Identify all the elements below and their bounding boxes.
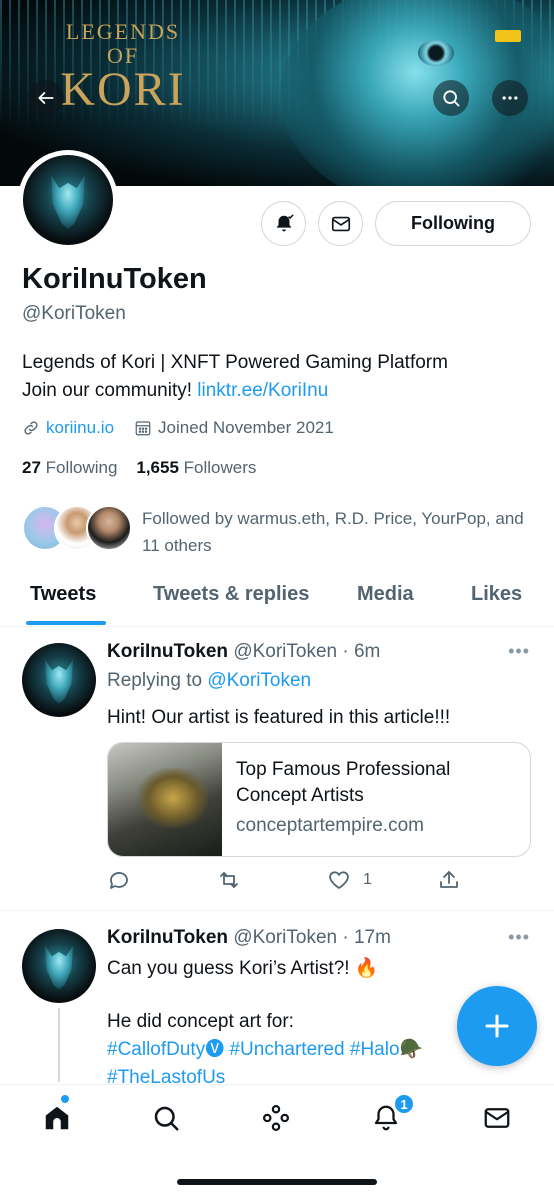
compose-tweet-button[interactable]	[457, 986, 537, 1066]
thread-line	[58, 1008, 60, 1082]
banner-yellow-mark	[495, 30, 521, 42]
tweet-avatar[interactable]	[22, 643, 96, 717]
tweet-hashtags[interactable]: #CallofDuty🅥 #Unchartered #Halo🪖 #TheLas…	[107, 1036, 507, 1084]
calendar-icon	[135, 421, 151, 436]
bio-line-2-text: Join our community!	[22, 380, 198, 401]
heart-icon	[329, 871, 349, 889]
following-label: Following	[45, 458, 118, 477]
card-title: Top Famous Professional Concept Artists	[236, 759, 451, 806]
notification-badge: 1	[393, 1093, 415, 1115]
wolf-shape	[44, 945, 74, 990]
tweet-avatar[interactable]	[22, 929, 96, 1003]
profile-avatar[interactable]	[18, 150, 118, 250]
nav-search[interactable]	[149, 1101, 183, 1135]
home-icon	[45, 1106, 69, 1130]
replying-to-handle[interactable]: @KoriToken	[207, 670, 311, 691]
wolf-shape	[50, 174, 86, 229]
active-tab-indicator	[26, 621, 106, 625]
more-dots-icon	[502, 96, 518, 100]
tab-media[interactable]: Media	[357, 583, 414, 606]
card-image	[108, 743, 222, 856]
back-button[interactable]	[28, 80, 64, 116]
followed-by-text: Followed by warmus.eth, R.D. Price, Your…	[142, 509, 524, 555]
tweet-divider	[0, 910, 554, 911]
follower-avatar	[86, 505, 132, 551]
banner-logo-small: LEGENDS OF	[65, 19, 181, 68]
tweet-actions: 1	[107, 868, 467, 896]
profile-meta: koriinu.io Joined November 2021	[22, 418, 354, 438]
profile-bio: Legends of Kori | XNFT Powered Gaming Pl…	[22, 349, 542, 405]
tab-tweets[interactable]: Tweets	[30, 583, 96, 606]
nav-spaces[interactable]	[259, 1101, 293, 1135]
spaces-icon	[263, 1105, 289, 1131]
like-button[interactable]: 1	[327, 868, 372, 892]
joined-item: Joined November 2021	[134, 418, 334, 438]
share-button[interactable]	[437, 868, 473, 892]
following-count-link[interactable]: 27 Following	[22, 458, 117, 477]
reply-button[interactable]	[107, 868, 143, 892]
website-item[interactable]: koriinu.io	[22, 418, 114, 438]
plus-icon	[485, 1014, 509, 1038]
like-count: 1	[363, 871, 372, 888]
tweet-text: Hint! Our artist is featured in this art…	[107, 707, 451, 728]
bell-check-icon	[276, 213, 294, 231]
card-domain: conceptartempire.com	[236, 815, 424, 836]
home-unread-dot	[61, 1095, 69, 1103]
retweet-button[interactable]	[217, 868, 253, 892]
nav-messages[interactable]	[480, 1101, 514, 1135]
following-count: 27	[22, 458, 41, 477]
reply-icon	[110, 872, 128, 889]
tab-likes[interactable]: Likes	[471, 583, 522, 606]
bio-line-1: Legends of Kori | XNFT Powered Gaming Pl…	[22, 352, 448, 373]
website-link[interactable]: koriinu.io	[46, 418, 114, 438]
joined-date: Joined November 2021	[158, 418, 334, 437]
tweet-handle-time: @KoriToken · 6m	[233, 641, 381, 662]
search-icon	[154, 1106, 179, 1131]
envelope-icon	[331, 216, 350, 231]
profile-handle: @KoriToken	[22, 303, 126, 324]
envelope-icon	[484, 1108, 510, 1128]
tweet-author-name[interactable]: KoriInuToken	[107, 641, 228, 662]
home-indicator	[177, 1179, 377, 1185]
followers-count-link[interactable]: 1,655 Followers	[136, 458, 256, 477]
followers-count: 1,655	[136, 458, 179, 477]
wolf-shape	[44, 659, 74, 704]
profile-tabs: Tweets Tweets & replies Media Likes	[0, 575, 554, 627]
follow-counts: 27 Following 1,655 Followers	[22, 458, 256, 478]
banner-logo-big: KORI	[60, 63, 186, 116]
share-icon	[440, 871, 458, 888]
tweet-text-line-2: He did concept art for:	[107, 1011, 294, 1032]
search-icon	[443, 90, 460, 107]
followers-label: Followers	[183, 458, 257, 477]
wolf-avatar-image	[23, 155, 113, 245]
tweet-more-button[interactable]: •••	[508, 927, 530, 948]
tweet-text-line-1: Can you guess Kori’s Artist?! 🔥	[107, 958, 379, 979]
message-button[interactable]	[318, 201, 363, 246]
replying-to-label: Replying to	[107, 670, 208, 691]
followed-by-row[interactable]: Followed by warmus.eth, R.D. Price, Your…	[22, 505, 524, 555]
link-icon	[24, 421, 38, 435]
following-button[interactable]: Following	[375, 201, 531, 246]
tab-tweets-replies[interactable]: Tweets & replies	[153, 583, 309, 606]
bio-link[interactable]: linktr.ee/KoriInu	[197, 380, 328, 401]
tweet-header: KoriInuToken @KoriToken · 6m	[107, 641, 380, 663]
notifications-toggle-button[interactable]	[261, 201, 306, 246]
replying-to: Replying to @KoriToken	[107, 670, 311, 692]
tweet-header: KoriInuToken @KoriToken · 17m	[107, 927, 391, 949]
tweet-author-name[interactable]: KoriInuToken	[107, 927, 228, 948]
back-arrow-icon	[38, 92, 54, 104]
profile-name: KoriInuToken	[22, 263, 207, 295]
retweet-icon	[220, 872, 238, 888]
bio-line-2: Join our community! linktr.ee/KoriInu	[22, 377, 542, 405]
tweet-handle-time: @KoriToken · 17m	[233, 927, 391, 948]
nav-home[interactable]	[40, 1101, 74, 1135]
more-options-button[interactable]	[492, 80, 528, 116]
banner-eye	[418, 40, 454, 66]
link-card[interactable]: Top Famous Professional Concept Artists …	[107, 742, 531, 857]
search-button[interactable]	[433, 80, 469, 116]
tweet-more-button[interactable]: •••	[508, 641, 530, 662]
banner-logo: LEGENDS OF KORI	[48, 19, 198, 116]
